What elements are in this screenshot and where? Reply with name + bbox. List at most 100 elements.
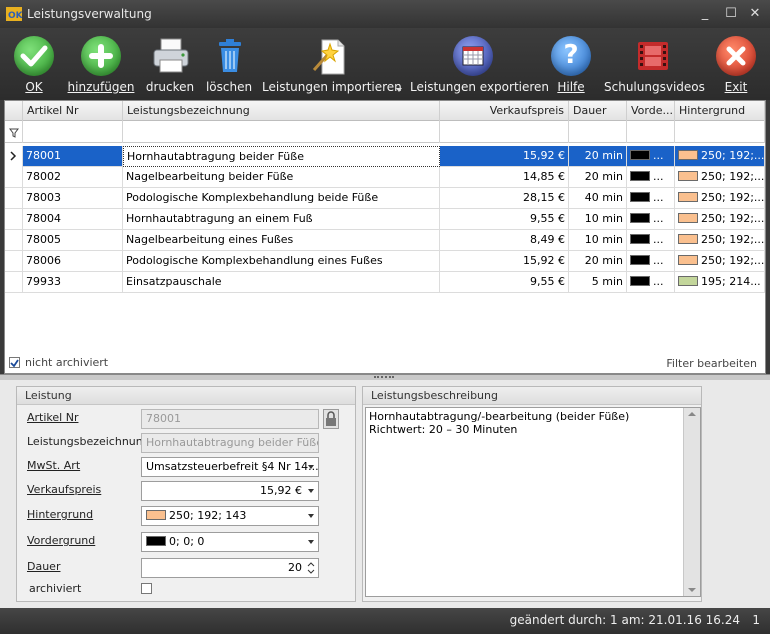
lock-button[interactable] bbox=[323, 409, 339, 429]
cell-vordergrund[interactable]: ... bbox=[627, 209, 675, 230]
cell-leistungsbezeichnung[interactable]: Hornhautabtragung beider Füße bbox=[123, 146, 440, 167]
cell-artikel-nr[interactable]: 78004 bbox=[23, 209, 123, 230]
delete-label: löschen bbox=[205, 80, 253, 94]
cell-verkaufspreis[interactable]: 15,92 € bbox=[440, 146, 569, 167]
exit-button[interactable]: Exit bbox=[708, 30, 764, 98]
cell-leistungsbezeichnung[interactable]: Nagelbearbeitung beider Füße bbox=[123, 167, 440, 188]
column-artikel-nr[interactable]: Artikel Nr bbox=[23, 101, 123, 121]
cell-artikel-nr[interactable]: 78001 bbox=[23, 146, 123, 167]
row-indicator[interactable] bbox=[5, 209, 23, 230]
row-indicator[interactable] bbox=[5, 251, 23, 272]
cell-artikel-nr[interactable]: 78005 bbox=[23, 230, 123, 251]
cell-artikel-nr[interactable]: 78003 bbox=[23, 188, 123, 209]
beschreibung-scrollbar[interactable] bbox=[683, 408, 700, 596]
cell-leistungsbezeichnung[interactable]: Hornhautabtragung an einem Fuß bbox=[123, 209, 440, 230]
cell-artikel-nr[interactable]: 78002 bbox=[23, 167, 123, 188]
export-button[interactable]: Leistungen exportieren bbox=[410, 30, 549, 98]
print-label: drucken bbox=[145, 80, 195, 94]
cell-dauer[interactable]: 5 min bbox=[569, 272, 627, 293]
vordergrund-select[interactable]: 0; 0; 0 bbox=[141, 532, 319, 552]
cell-vordergrund[interactable]: ... bbox=[627, 272, 675, 293]
table-row[interactable]: 78003 Podologische Komplexbehandlung beid… bbox=[5, 188, 765, 209]
filter-icon[interactable] bbox=[5, 121, 23, 143]
exit-label: Exit bbox=[724, 80, 748, 94]
filter-vordergrund[interactable] bbox=[627, 121, 675, 143]
table-row[interactable]: 78004 Hornhautabtragung an einem Fuß 9,55 … bbox=[5, 209, 765, 230]
edit-filter-link[interactable]: Filter bearbeiten bbox=[666, 357, 757, 370]
filter-verkaufspreis[interactable] bbox=[440, 121, 569, 143]
table-row[interactable]: 78001 Hornhautabtragung beider Füße 15,92 … bbox=[5, 146, 765, 167]
cell-verkaufspreis[interactable]: 28,15 € bbox=[440, 188, 569, 209]
maximize-button[interactable]: ☐ bbox=[720, 4, 742, 24]
cell-hintergrund[interactable]: 195; 214... bbox=[675, 272, 765, 293]
not-archived-checkbox[interactable] bbox=[9, 357, 20, 368]
cell-hintergrund[interactable]: 250; 192;... bbox=[675, 209, 765, 230]
cell-dauer[interactable]: 20 min bbox=[569, 251, 627, 272]
cell-vordergrund[interactable]: ... bbox=[627, 251, 675, 272]
minimize-button[interactable]: _ bbox=[694, 4, 716, 24]
training-videos-button[interactable]: Schulungsvideos bbox=[604, 30, 705, 98]
cell-hintergrund[interactable]: 250; 192;... bbox=[675, 188, 765, 209]
mwst-select[interactable]: Umsatzsteuerbefreit §4 Nr 14... bbox=[141, 457, 319, 477]
help-button[interactable]: ? Hilfe bbox=[544, 30, 598, 98]
vordergrund-swatch bbox=[630, 213, 650, 223]
cell-vordergrund[interactable]: ... bbox=[627, 146, 675, 167]
status-bar: geändert durch: 1 am: 21.01.16 16.24 1 bbox=[0, 608, 770, 634]
hintergrund-swatch bbox=[678, 234, 698, 244]
cell-vordergrund[interactable]: ... bbox=[627, 188, 675, 209]
table-row[interactable]: 78002 Nagelbearbeitung beider Füße 14,85 €… bbox=[5, 167, 765, 188]
row-indicator[interactable] bbox=[5, 188, 23, 209]
delete-button[interactable]: löschen bbox=[202, 30, 256, 98]
beschreibung-textarea[interactable]: Hornhautabtragung/-bearbeitung (beider F… bbox=[365, 407, 701, 597]
print-button[interactable]: drucken bbox=[142, 30, 198, 98]
cell-dauer[interactable]: 40 min bbox=[569, 188, 627, 209]
cell-verkaufspreis[interactable]: 8,49 € bbox=[440, 230, 569, 251]
column-vordergrund[interactable]: Vorde... bbox=[627, 101, 675, 121]
row-indicator[interactable] bbox=[5, 167, 23, 188]
verkaufspreis-field[interactable]: 15,92 € bbox=[141, 481, 319, 501]
filter-hintergrund[interactable] bbox=[675, 121, 765, 143]
cell-vordergrund[interactable]: ... bbox=[627, 230, 675, 251]
cell-hintergrund[interactable]: 250; 192;... bbox=[675, 167, 765, 188]
cell-dauer[interactable]: 20 min bbox=[569, 167, 627, 188]
dauer-stepper[interactable]: 20 bbox=[141, 558, 319, 578]
cell-verkaufspreis[interactable]: 15,92 € bbox=[440, 251, 569, 272]
cell-artikel-nr[interactable]: 79933 bbox=[23, 272, 123, 293]
filter-dauer[interactable] bbox=[569, 121, 627, 143]
cell-hintergrund[interactable]: 250; 192;... bbox=[675, 230, 765, 251]
cell-dauer[interactable]: 10 min bbox=[569, 230, 627, 251]
cell-dauer[interactable]: 10 min bbox=[569, 209, 627, 230]
column-hintergrund[interactable]: Hintergrund bbox=[675, 101, 765, 121]
status-text: geändert durch: 1 am: 21.01.16 16.24 bbox=[509, 613, 740, 627]
cell-leistungsbezeichnung[interactable]: Nagelbearbeitung eines Fußes bbox=[123, 230, 440, 251]
cell-verkaufspreis[interactable]: 9,55 € bbox=[440, 209, 569, 230]
cell-dauer[interactable]: 20 min bbox=[569, 146, 627, 167]
row-indicator[interactable] bbox=[5, 146, 23, 167]
add-button[interactable]: hinzufügen bbox=[66, 30, 136, 98]
column-leistungsbezeichnung[interactable]: Leistungsbezeichnung bbox=[123, 101, 440, 121]
archiviert-checkbox[interactable] bbox=[141, 583, 152, 594]
close-window-button[interactable]: ✕ bbox=[744, 4, 766, 24]
cell-leistungsbezeichnung[interactable]: Einsatzpauschale bbox=[123, 272, 440, 293]
import-button[interactable]: Leistungen importieren bbox=[262, 30, 402, 98]
table-row[interactable]: 78006 Podologische Komplexbehandlung eine… bbox=[5, 251, 765, 272]
hintergrund-select[interactable]: 250; 192; 143 bbox=[141, 506, 319, 526]
cell-vordergrund[interactable]: ... bbox=[627, 167, 675, 188]
cell-verkaufspreis[interactable]: 14,85 € bbox=[440, 167, 569, 188]
filter-leistungsbezeichnung[interactable] bbox=[123, 121, 440, 143]
row-indicator[interactable] bbox=[5, 272, 23, 293]
table-row[interactable]: 78005 Nagelbearbeitung eines Fußes 8,49 €1… bbox=[5, 230, 765, 251]
column-dauer[interactable]: Dauer bbox=[569, 101, 627, 121]
cell-hintergrund[interactable]: 250; 192;... bbox=[675, 251, 765, 272]
cell-hintergrund[interactable]: 250; 192;... bbox=[675, 146, 765, 167]
table-row[interactable]: 79933 Einsatzpauschale 9,55 €5 min... 195; … bbox=[5, 272, 765, 293]
cell-verkaufspreis[interactable]: 9,55 € bbox=[440, 272, 569, 293]
filter-artikel-nr[interactable] bbox=[23, 121, 123, 143]
ok-button[interactable]: OK bbox=[6, 30, 62, 98]
cell-leistungsbezeichnung[interactable]: Podologische Komplexbehandlung eines Fuß… bbox=[123, 251, 440, 272]
cell-leistungsbezeichnung[interactable]: Podologische Komplexbehandlung beide Füß… bbox=[123, 188, 440, 209]
column-verkaufspreis[interactable]: Verkaufspreis bbox=[440, 101, 569, 121]
import-dropdown-arrow[interactable] bbox=[396, 88, 402, 92]
row-indicator[interactable] bbox=[5, 230, 23, 251]
cell-artikel-nr[interactable]: 78006 bbox=[23, 251, 123, 272]
